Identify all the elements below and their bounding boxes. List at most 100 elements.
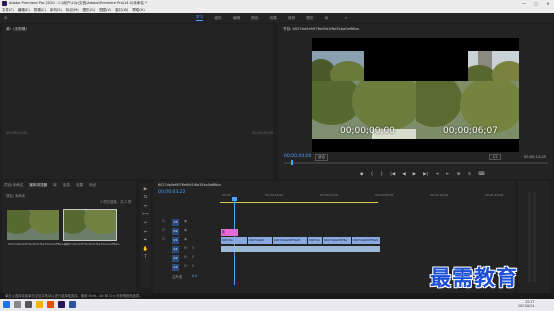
eye-icon[interactable]: ◉ xyxy=(184,228,187,232)
program-transport-controls: ◆ { } |◀ ◀ ▶ ▶| ⇥ ⇤ ⊕ ⊙ ⌨ xyxy=(360,172,492,177)
track-label-a3[interactable]: A3 xyxy=(172,264,179,271)
menu-edit[interactable]: 编辑(E) xyxy=(18,8,30,13)
track-label-v1[interactable]: V1 xyxy=(172,237,179,244)
workspace-tab-editing[interactable]: 编辑 xyxy=(233,16,240,21)
menu-sequence[interactable]: 序列(S) xyxy=(50,8,62,13)
search-icon[interactable] xyxy=(14,301,21,308)
workspace-tab-libraries[interactable]: 库 xyxy=(325,16,329,21)
video-clip[interactable]: 6027da0ef4f76e9 xyxy=(352,237,380,244)
master-track-value[interactable]: 0.0 xyxy=(192,274,197,278)
program-timecode[interactable]: 00;00;00;00 xyxy=(284,154,311,159)
add-marker-icon[interactable]: ◆ xyxy=(360,172,363,177)
lock-icon[interactable]: ⊡ xyxy=(162,228,165,232)
lock-icon[interactable]: ⊡ xyxy=(162,237,165,241)
file-explorer-icon[interactable] xyxy=(36,301,43,308)
mute-icon[interactable]: M xyxy=(184,246,187,250)
video-clip[interactable]: 6027da0ef4f76e xyxy=(323,237,351,244)
step-forward-icon[interactable]: ▶| xyxy=(423,172,428,177)
video-clip[interactable]: 6027da xyxy=(308,237,322,244)
workspace-tab-color[interactable]: 颜色 xyxy=(251,16,258,21)
timeline-work-area-bar[interactable] xyxy=(220,202,378,203)
menu-view[interactable]: 视图(V) xyxy=(99,8,111,13)
source-monitor-tab[interactable]: 源：(无剪辑) xyxy=(6,27,27,32)
workspace-more-icon[interactable]: » xyxy=(345,15,347,20)
hand-tool-icon[interactable]: ✋ xyxy=(140,247,151,252)
video-clip[interactable]: 6027da xyxy=(221,237,247,244)
ripple-edit-tool-icon[interactable]: ↔ xyxy=(140,204,151,209)
timeline-playhead-handle[interactable] xyxy=(232,197,237,201)
workspace-tab-learn[interactable]: 学习 xyxy=(196,15,204,21)
menu-file[interactable]: 文件(F) xyxy=(2,8,14,13)
resolution-dropdown[interactable]: 1/2 xyxy=(489,154,501,160)
go-to-out-icon[interactable]: ⇥ xyxy=(435,172,439,177)
play-icon[interactable]: ▶ xyxy=(413,172,416,177)
lock-icon[interactable]: ⊡ xyxy=(162,219,165,223)
maximize-button[interactable]: ▢ xyxy=(530,0,542,7)
track-label-a1[interactable]: A1 xyxy=(172,246,179,253)
extract-icon[interactable]: ⊕ xyxy=(457,172,461,177)
pen-tool-icon[interactable]: ✒ xyxy=(140,238,151,243)
track-select-tool-icon[interactable]: ⇆ xyxy=(140,195,151,200)
menu-graphics[interactable]: 图形(G) xyxy=(83,8,95,13)
close-button[interactable]: ✕ xyxy=(542,0,554,7)
eye-icon[interactable]: ◉ xyxy=(184,237,187,241)
program-scrub-bar[interactable] xyxy=(284,162,548,164)
video-clip[interactable]: 6027da0ef4f76e9f xyxy=(273,237,307,244)
timeline-ruler[interactable]: 00;00 00;00;16;00 00;00;32;00 00;00;48;0… xyxy=(220,190,514,202)
project-thumbnail-image[interactable] xyxy=(7,210,59,240)
home-icon[interactable]: ⌂ xyxy=(4,15,7,21)
timeline-sequence-tab[interactable]: 6027da0ef4f76e9fd1f6e35ba0aff6ba xyxy=(158,183,221,187)
minimize-button[interactable]: — xyxy=(518,0,530,7)
workspace-tab-effects[interactable]: 效果 xyxy=(270,16,277,21)
menu-marker[interactable]: 标记(M) xyxy=(66,8,79,13)
video-clip[interactable]: 6027da0ef xyxy=(248,237,272,244)
window-controls: — ▢ ✕ xyxy=(518,0,554,7)
tab-libraries[interactable]: 库 xyxy=(53,183,57,188)
browser-icon[interactable] xyxy=(47,301,54,308)
menu-clip[interactable]: 剪辑(C) xyxy=(34,8,46,13)
task-view-icon[interactable] xyxy=(25,301,32,308)
tab-effects[interactable]: 效果 xyxy=(76,183,83,188)
selection-tool-icon[interactable]: ▶ xyxy=(140,187,151,192)
lift-icon[interactable]: ⇤ xyxy=(446,172,450,177)
mark-in-icon[interactable]: { xyxy=(370,172,373,177)
workspace-tab-graphics[interactable]: 图形 xyxy=(306,16,313,21)
timeline-timecode[interactable]: 00;00;03;22 xyxy=(158,190,185,195)
tab-project[interactable]: 项目:未命名 xyxy=(4,183,23,188)
track-label-v2[interactable]: V2 xyxy=(172,228,179,235)
type-tool-icon[interactable]: T xyxy=(140,255,151,260)
button-editor-icon[interactable]: ⌨ xyxy=(478,172,485,177)
program-playhead[interactable] xyxy=(291,160,293,165)
export-frame-icon[interactable]: ⊙ xyxy=(467,172,471,177)
start-icon[interactable] xyxy=(3,301,10,308)
workspace-tab-assembly[interactable]: 组件 xyxy=(214,16,221,21)
rate-stretch-tool-icon[interactable]: ⟷ xyxy=(140,212,151,217)
solo-icon[interactable]: S xyxy=(192,246,194,250)
menu-help[interactable]: 帮助(H) xyxy=(132,8,144,13)
zoom-fit-dropdown[interactable]: 适合 xyxy=(315,154,329,161)
premiere-taskbar-icon[interactable] xyxy=(58,301,65,308)
track-header-v2: V2 ⊡ ◉ xyxy=(158,228,218,237)
step-back-icon[interactable]: ◀ xyxy=(402,172,405,177)
razor-tool-icon[interactable]: ✂ xyxy=(140,221,151,226)
tab-media-browser[interactable]: 媒体浏览器 xyxy=(29,183,47,188)
audio-clip-a1[interactable] xyxy=(221,246,380,252)
workspace-tab-audio[interactable]: 音频 xyxy=(288,16,295,21)
project-thumbnail-sequence[interactable] xyxy=(63,209,117,241)
menu-window[interactable]: 窗口(W) xyxy=(115,8,128,13)
slip-tool-icon[interactable]: ⇔ xyxy=(140,230,151,235)
tab-markers[interactable]: 标记 xyxy=(89,183,96,188)
program-monitor-tab[interactable]: 节目: 6027da0ef4f76e9fd1f6e35ba0aff6ba xyxy=(283,27,359,32)
track-label-a2[interactable]: A2 xyxy=(172,255,179,262)
mute-icon[interactable]: M xyxy=(184,264,187,268)
eye-icon[interactable]: ◉ xyxy=(184,219,187,223)
solo-icon[interactable]: S xyxy=(192,255,194,259)
mark-out-icon[interactable]: } xyxy=(380,172,383,177)
track-label-v3[interactable]: V3 xyxy=(172,219,179,226)
word-icon[interactable] xyxy=(69,301,76,308)
solo-icon[interactable]: S xyxy=(192,264,194,268)
graphic-clip-v2[interactable]: 图 xyxy=(221,229,238,236)
go-to-in-icon[interactable]: |◀ xyxy=(390,172,395,177)
tab-info[interactable]: 信息 xyxy=(63,183,70,188)
mute-icon[interactable]: M xyxy=(184,255,187,259)
